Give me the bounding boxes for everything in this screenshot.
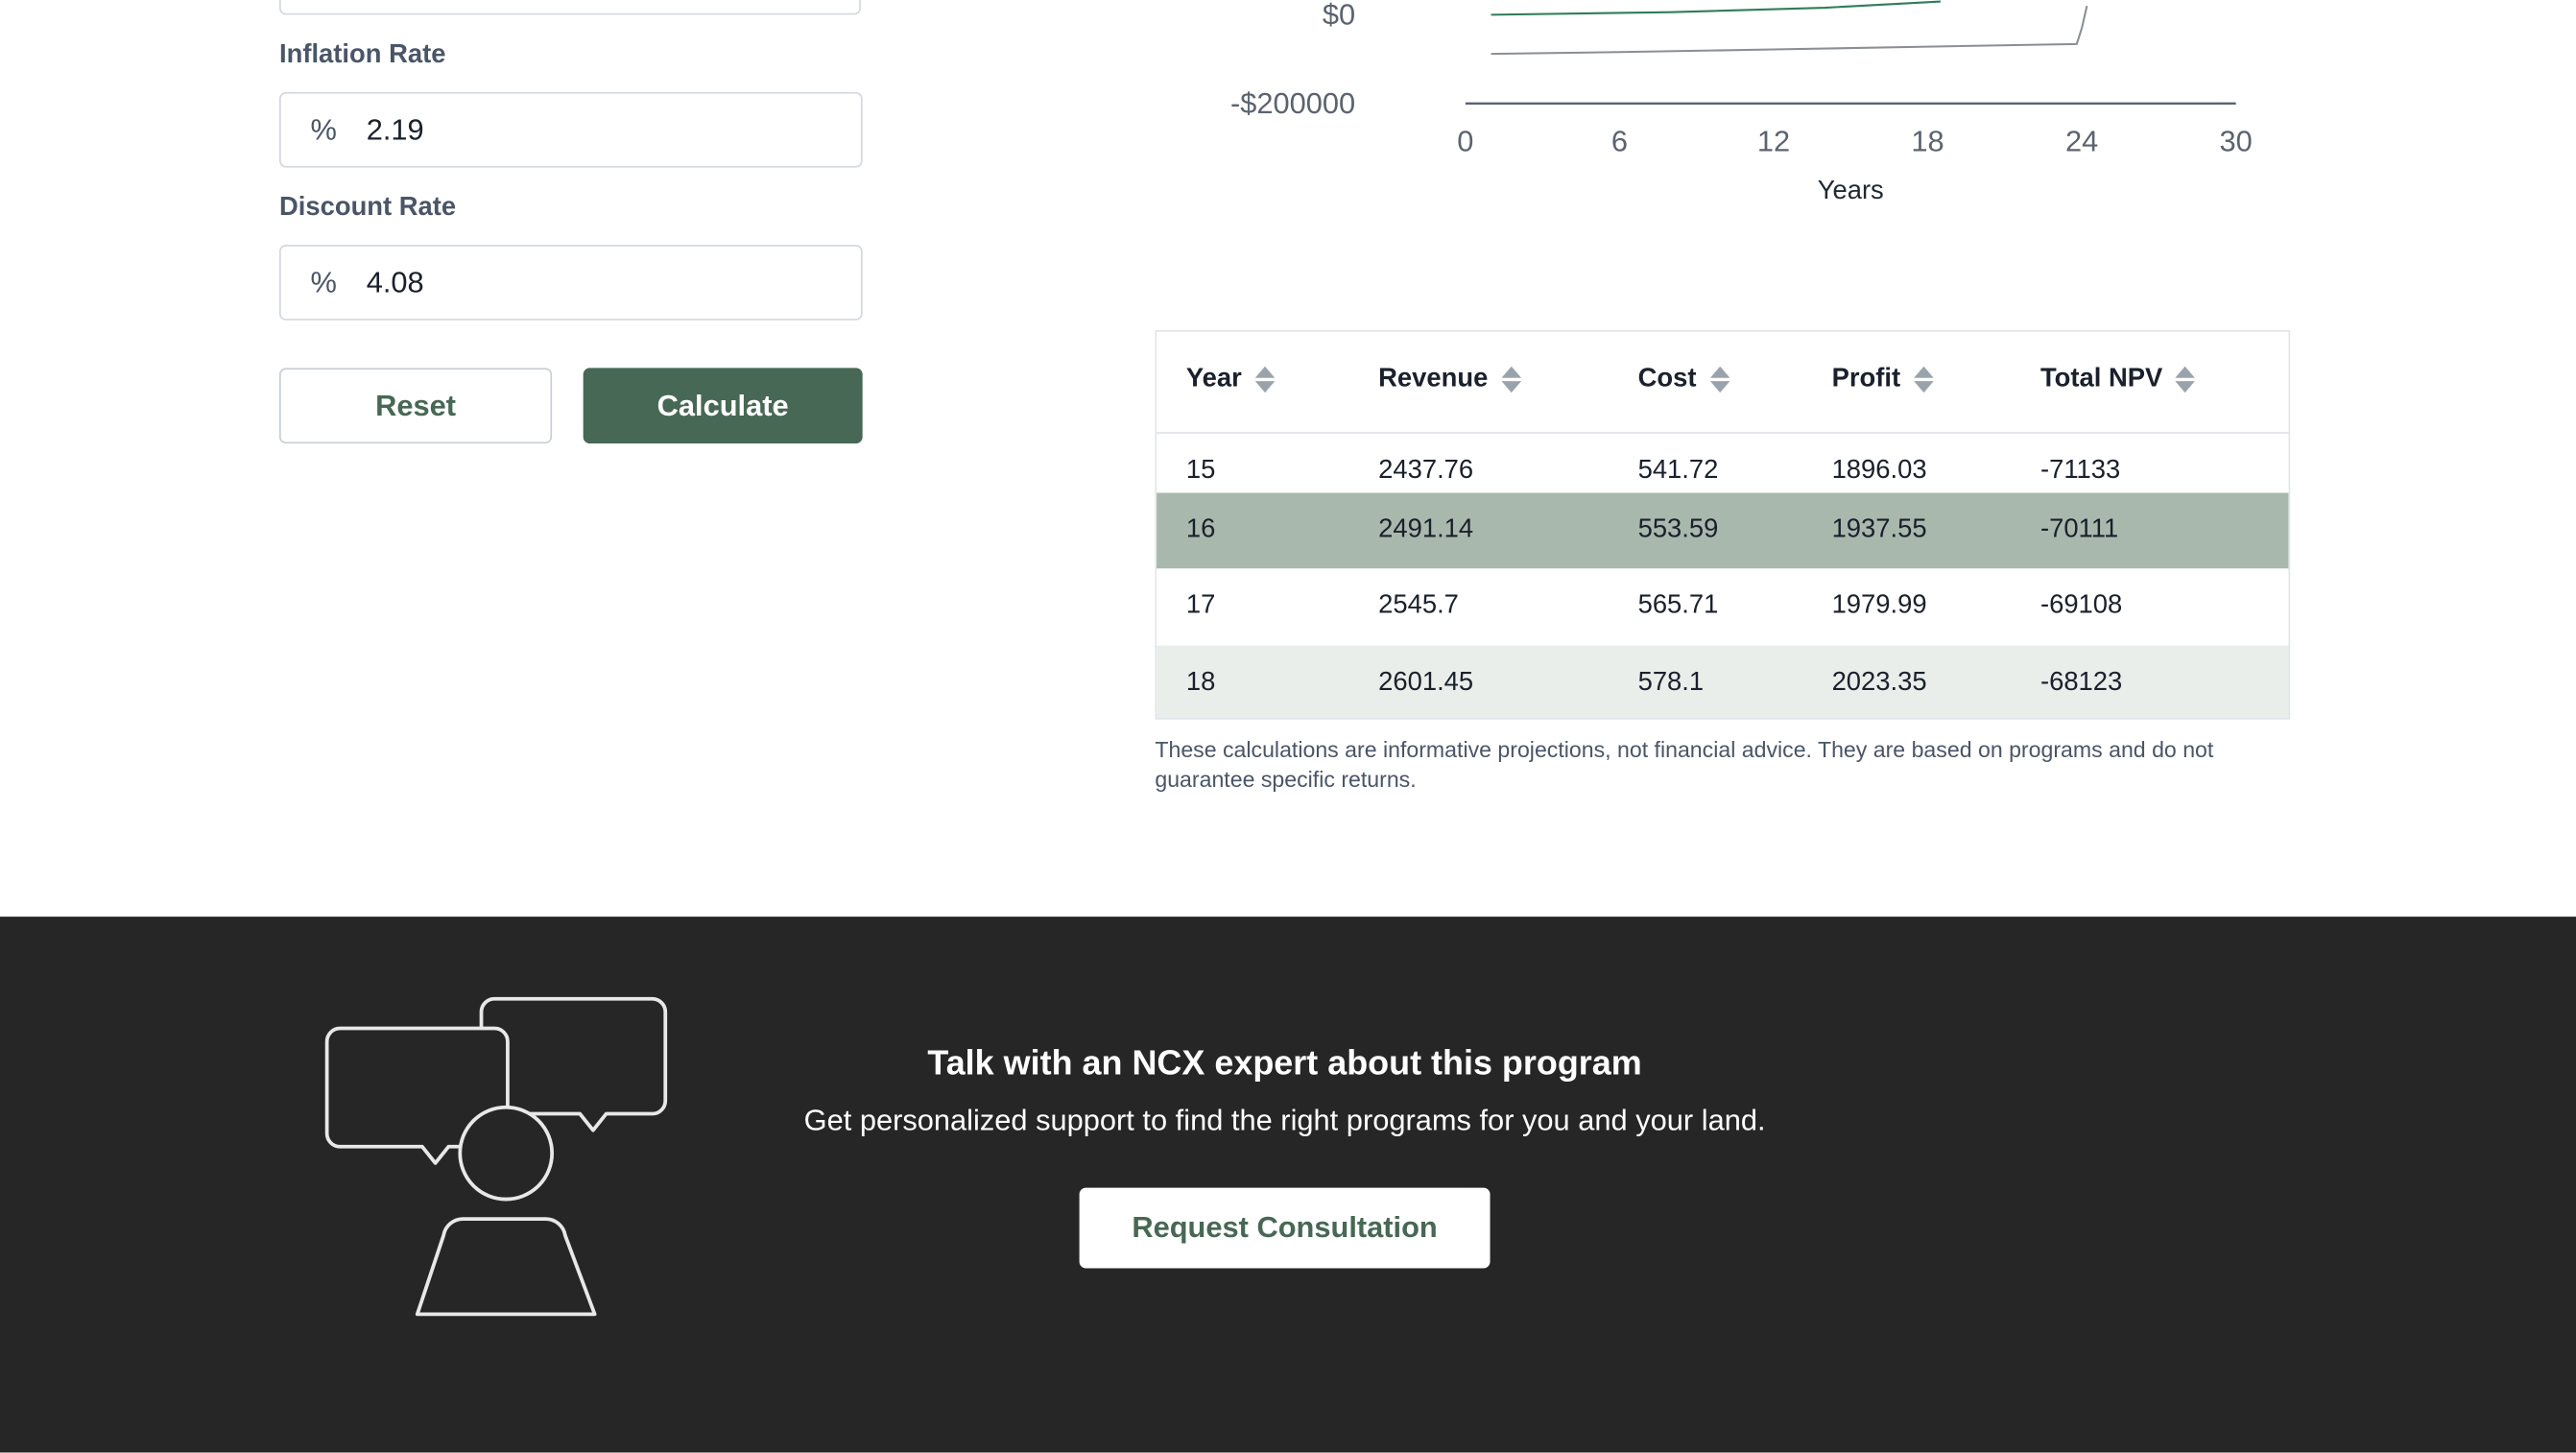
column-header-label: Year [1185, 365, 1242, 393]
discount-rate-label: Discount Rate [278, 193, 457, 223]
table-cell-year: 17 [1185, 591, 1216, 620]
discount-rate-value[interactable]: 4.08 [367, 265, 424, 299]
consultation-footer: Talk with an NCX expert about this progr… [0, 917, 2576, 1453]
column-header-label: Profit [1831, 365, 1901, 393]
table-cell-total-npv: -69108 [2039, 591, 2123, 620]
results-table[interactable]: 15 2437.76 541.72 1896.03 -71133 16 2491.14 553… [1155, 330, 2291, 720]
x-tick-label: 30 [2220, 124, 2253, 157]
table-cell-profit: 1979.99 [1831, 591, 1927, 620]
table-cell-year: 18 [1185, 668, 1216, 697]
column-header-label: Total NPV [2039, 365, 2163, 393]
inflation-rate-value[interactable]: 2.19 [367, 112, 424, 147]
table-body: 15 2437.76 541.72 1896.03 -71133 16 2491.14 553… [1157, 416, 2289, 719]
footer-title: Talk with an NCX expert about this progr… [927, 1044, 1642, 1084]
sort-icon[interactable] [1913, 366, 1934, 393]
table-cell-cost: 553.59 [1637, 515, 1719, 544]
inflation-rate-input[interactable]: % 2.19 [278, 91, 863, 168]
chart-series-line-1 [1491, 0, 1941, 16]
percent-unit: % [310, 112, 337, 146]
table-cell-profit: 1937.55 [1831, 515, 1927, 544]
npv-line-chart: $0 -$200000 0 6 12 18 24 30 Years [1230, 0, 2253, 204]
calculate-button[interactable]: Calculate [583, 368, 863, 444]
table-header: Year Revenue Cost Profit Total NPV [1157, 331, 2289, 434]
x-tick-label: 6 [1611, 124, 1628, 157]
footer-subtitle: Get personalized support to find the rig… [803, 1104, 1766, 1137]
column-header-label: Revenue [1378, 365, 1489, 393]
column-header-cost[interactable]: Cost [1638, 365, 1729, 394]
column-header-label: Cost [1637, 365, 1697, 393]
table-cell-total-npv: -68123 [2039, 668, 2123, 697]
column-header-revenue[interactable]: Revenue [1378, 365, 1521, 394]
disclaimer-text: These calculations are informative proje… [1155, 737, 2214, 793]
y-tick-label: -$200000 [1230, 86, 1355, 120]
discount-rate-input[interactable]: % 4.08 [278, 245, 863, 321]
inflation-rate-label: Inflation Rate [278, 40, 446, 69]
column-header-total-npv[interactable]: Total NPV [2040, 365, 2196, 394]
table-cell-cost: 578.1 [1637, 668, 1705, 697]
x-tick-label: 18 [1911, 124, 1944, 157]
table-cell-cost: 565.71 [1637, 591, 1719, 620]
sort-icon[interactable] [2175, 366, 2196, 393]
table-row: 17 2545.7 565.71 1979.99 -69108 [1157, 569, 2289, 646]
previous-input-field[interactable] [278, 0, 861, 15]
sort-icon[interactable] [1501, 366, 1521, 393]
request-consultation-button[interactable]: Request Consultation [1079, 1187, 1491, 1269]
table-row: 16 2491.14 553.59 1937.55 -70111 [1157, 492, 2289, 570]
table-cell-revenue: 2601.45 [1378, 668, 1474, 697]
column-header-profit[interactable]: Profit [1832, 365, 1934, 394]
table-cell-profit: 2023.35 [1831, 668, 1927, 697]
table-cell-total-npv: -70111 [2039, 515, 2119, 544]
table-row: 18 2601.45 578.1 2023.35 -68123 [1157, 645, 2289, 719]
x-tick-label: 0 [1457, 124, 1473, 157]
sort-icon[interactable] [1709, 366, 1729, 393]
column-header-year[interactable]: Year [1186, 365, 1275, 394]
table-cell-revenue: 2545.7 [1378, 591, 1459, 620]
percent-unit: % [310, 265, 337, 298]
y-tick-label: $0 [1323, 0, 1355, 32]
sort-icon[interactable] [1254, 366, 1275, 393]
reset-button[interactable]: Reset [278, 368, 553, 444]
x-tick-label: 24 [2065, 124, 2098, 157]
table-cell-year: 16 [1185, 515, 1216, 544]
table-cell-revenue: 2491.14 [1378, 515, 1474, 544]
x-tick-label: 12 [1757, 124, 1790, 157]
x-axis-title: Years [1818, 175, 1884, 204]
